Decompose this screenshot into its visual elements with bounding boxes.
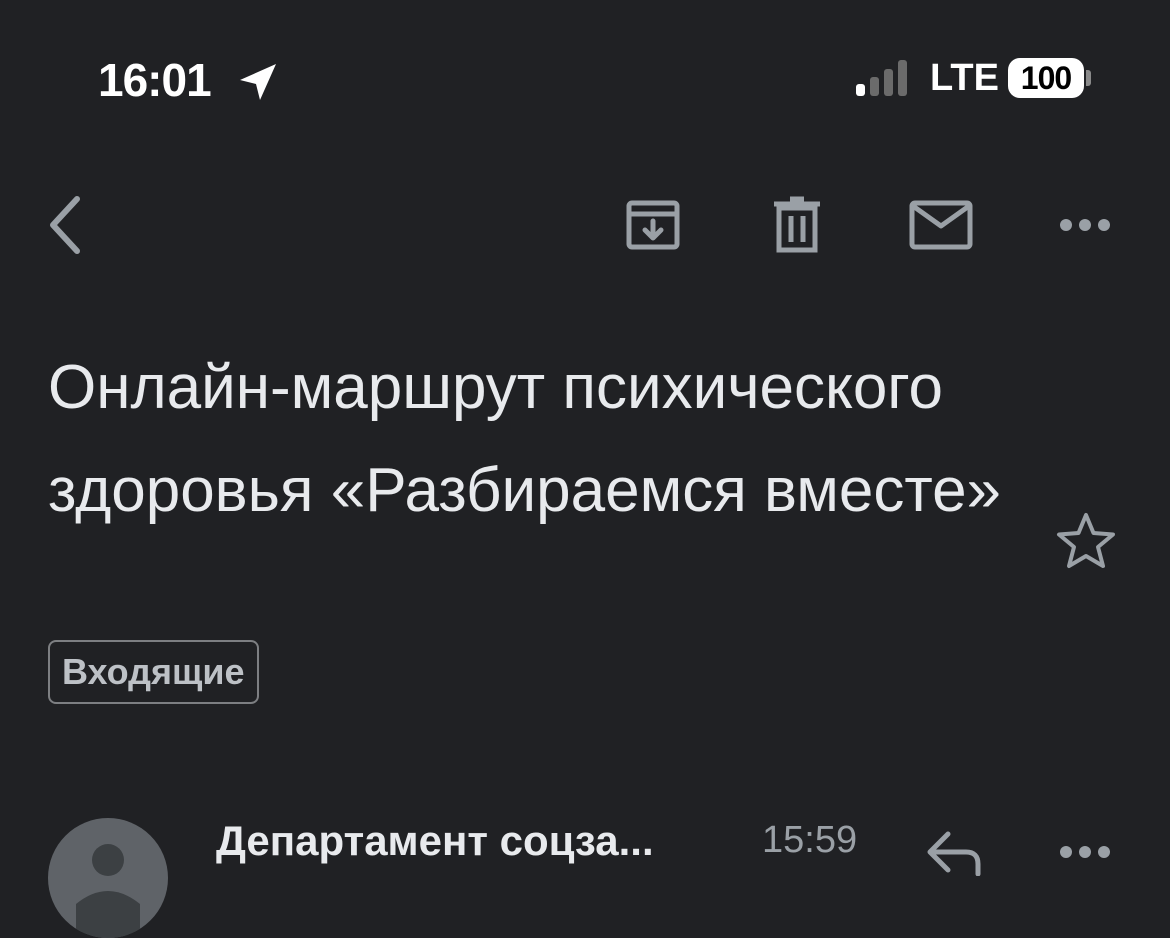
star-button[interactable] [1050, 505, 1122, 577]
chevron-left-icon [50, 196, 80, 254]
more-options-button[interactable] [1050, 190, 1120, 260]
message-time: 15:59 [762, 819, 858, 861]
archive-icon [626, 200, 680, 250]
network-type: LTE [930, 57, 999, 99]
status-time: 16:01 [98, 54, 212, 106]
more-horizontal-icon [1060, 846, 1110, 858]
person-icon [76, 844, 140, 938]
avatar[interactable] [48, 818, 168, 938]
star-outline-icon [1057, 513, 1115, 568]
reply-button[interactable] [918, 820, 990, 884]
battery-level: 100 [1008, 58, 1084, 98]
signal-strength-icon [856, 60, 914, 96]
mark-unread-button[interactable] [906, 190, 976, 260]
message-more-button[interactable] [1050, 820, 1120, 884]
archive-button[interactable] [618, 190, 688, 260]
reply-icon [927, 831, 981, 876]
email-subject: Онлайн-маршрут психического здоровья «Ра… [48, 353, 1002, 525]
label-chip-inbox[interactable]: Входящие [48, 640, 259, 704]
trash-icon [774, 196, 820, 253]
back-button[interactable] [30, 190, 100, 260]
battery-icon [1086, 70, 1091, 86]
delete-button[interactable] [762, 190, 832, 260]
more-horizontal-icon [1060, 219, 1110, 231]
location-arrow-icon [236, 60, 280, 104]
envelope-icon [909, 200, 973, 250]
sender-name[interactable]: Департамент соцза... [216, 816, 654, 866]
